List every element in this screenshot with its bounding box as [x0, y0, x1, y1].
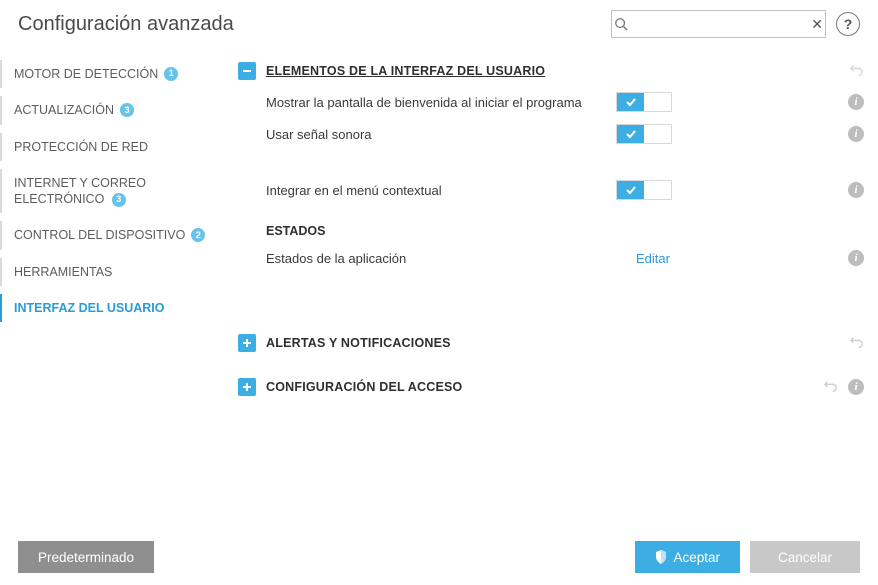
check-icon	[617, 93, 644, 111]
sidebar-item-detection-engine[interactable]: MOTOR DE DETECCIÓN 1	[0, 56, 232, 92]
info-icon[interactable]: i	[848, 126, 864, 142]
ok-button[interactable]: Aceptar	[635, 541, 740, 573]
cancel-button[interactable]: Cancelar	[750, 541, 860, 573]
info-icon[interactable]: i	[848, 250, 864, 266]
section-access-config: CONFIGURACIÓN DEL ACCESO i	[238, 372, 864, 402]
row-label: Usar señal sonora	[266, 127, 606, 142]
button-label: Aceptar	[673, 550, 720, 565]
row-label: Estados de la aplicación	[266, 251, 606, 266]
subheading-states: ESTADOS	[238, 206, 864, 244]
default-button[interactable]: Predeterminado	[18, 541, 154, 573]
header: Configuración avanzada ✕ ?	[0, 0, 878, 52]
page-title: Configuración avanzada	[18, 13, 234, 36]
section-header[interactable]: ALERTAS Y NOTIFICACIONES	[238, 328, 864, 358]
search-field[interactable]: ✕	[611, 10, 826, 38]
check-icon	[617, 125, 644, 143]
section-title: CONFIGURACIÓN DEL ACCESO	[266, 380, 462, 394]
sidebar-item-internet-email[interactable]: INTERNET Y CORREO ELECTRÓNICO 3	[0, 165, 232, 218]
sidebar-item-label: PROTECCIÓN DE RED	[14, 139, 148, 155]
sidebar-item-label: ACTUALIZACIÓN	[14, 102, 114, 118]
sidebar-item-user-interface[interactable]: INTERFAZ DEL USUARIO	[0, 290, 232, 326]
row-label: Mostrar la pantalla de bienvenida al ini…	[266, 95, 606, 110]
button-label: Cancelar	[778, 550, 832, 565]
sidebar-item-network-protection[interactable]: PROTECCIÓN DE RED	[0, 129, 232, 165]
toggle-splash-screen[interactable]	[616, 92, 672, 112]
section-title: ELEMENTOS DE LA INTERFAZ DEL USUARIO	[266, 64, 545, 78]
row-sound-signal: Usar señal sonora i	[238, 118, 864, 150]
sidebar-item-label: INTERNET Y CORREO ELECTRÓNICO	[14, 176, 146, 206]
badge: 3	[112, 193, 126, 207]
row-splash-screen: Mostrar la pantalla de bienvenida al ini…	[238, 86, 864, 118]
badge: 2	[191, 228, 205, 242]
section-alerts: ALERTAS Y NOTIFICACIONES	[238, 328, 864, 358]
content-panel: ELEMENTOS DE LA INTERFAZ DEL USUARIO Mos…	[232, 52, 878, 529]
info-icon[interactable]: i	[848, 182, 864, 198]
row-application-states: Estados de la aplicación Editar i	[238, 244, 864, 272]
toggle-context-menu[interactable]	[616, 180, 672, 200]
sidebar: MOTOR DE DETECCIÓN 1 ACTUALIZACIÓN 3 PRO…	[0, 52, 232, 529]
sidebar-item-tools[interactable]: HERRAMIENTAS	[0, 254, 232, 290]
toggle-sound-signal[interactable]	[616, 124, 672, 144]
badge: 1	[164, 67, 178, 81]
section-ui-elements: ELEMENTOS DE LA INTERFAZ DEL USUARIO Mos…	[238, 56, 864, 272]
help-icon: ?	[844, 16, 853, 32]
sidebar-item-device-control[interactable]: CONTROL DEL DISPOSITIVO 2	[0, 217, 232, 253]
sidebar-item-label: CONTROL DEL DISPOSITIVO	[14, 227, 185, 243]
section-header[interactable]: ELEMENTOS DE LA INTERFAZ DEL USUARIO	[238, 56, 864, 86]
advanced-settings-window: Configuración avanzada ✕ ? MOTOR DE DETE…	[0, 0, 878, 585]
shield-icon	[655, 550, 667, 564]
badge: 3	[120, 103, 134, 117]
sidebar-item-label: INTERFAZ DEL USUARIO	[14, 300, 164, 316]
undo-icon[interactable]	[850, 336, 864, 350]
search-icon	[612, 17, 629, 31]
expand-icon[interactable]	[238, 334, 256, 352]
help-button[interactable]: ?	[836, 12, 860, 36]
section-header[interactable]: CONFIGURACIÓN DEL ACCESO i	[238, 372, 864, 402]
search-input[interactable]	[629, 12, 809, 36]
row-context-menu: Integrar en el menú contextual i	[238, 174, 864, 206]
footer: Predeterminado Aceptar Cancelar	[0, 529, 878, 585]
undo-icon[interactable]	[850, 64, 864, 78]
undo-icon[interactable]	[824, 380, 838, 394]
section-title: ALERTAS Y NOTIFICACIONES	[266, 336, 451, 350]
collapse-icon[interactable]	[238, 62, 256, 80]
check-icon	[617, 181, 644, 199]
search-clear-icon[interactable]: ✕	[809, 16, 825, 33]
sidebar-item-label: MOTOR DE DETECCIÓN	[14, 66, 158, 82]
info-icon[interactable]: i	[848, 379, 864, 395]
info-icon[interactable]: i	[848, 94, 864, 110]
edit-link[interactable]: Editar	[636, 251, 670, 266]
expand-icon[interactable]	[238, 378, 256, 396]
button-label: Predeterminado	[38, 550, 134, 565]
row-label: Integrar en el menú contextual	[266, 183, 606, 198]
body: MOTOR DE DETECCIÓN 1 ACTUALIZACIÓN 3 PRO…	[0, 52, 878, 529]
sidebar-item-update[interactable]: ACTUALIZACIÓN 3	[0, 92, 232, 128]
sidebar-item-label: HERRAMIENTAS	[14, 264, 112, 280]
